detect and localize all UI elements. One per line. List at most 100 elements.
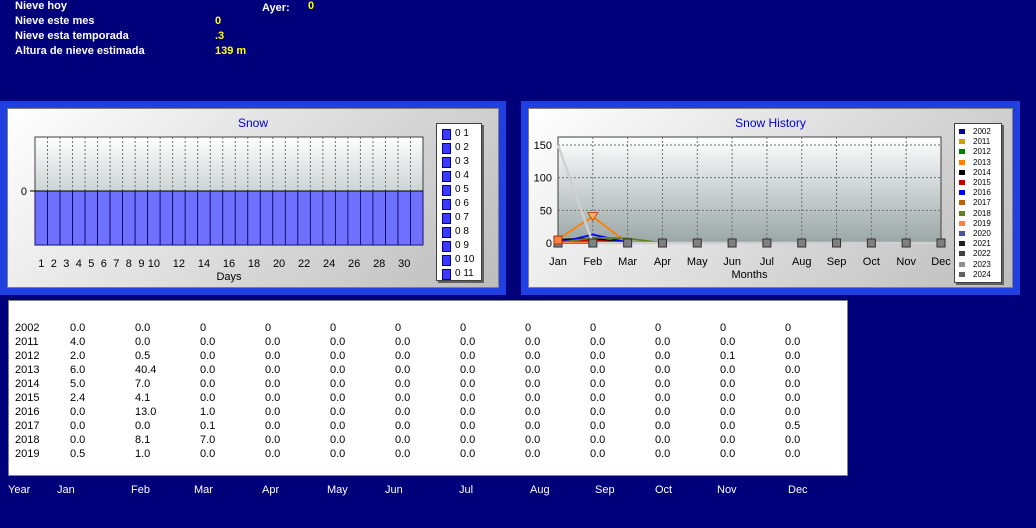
- snow-bar-day-17: [234, 190, 249, 246]
- table-value-cell: 0.0: [525, 448, 541, 460]
- ayer-label: Ayer:: [262, 2, 290, 14]
- history-x-tick-Oct: Oct: [863, 256, 880, 268]
- snow-bar-day-29: [385, 190, 399, 246]
- snow-chart-area: Snow 0 1 2 3 4 5 6 7 8 9 10 12 14 16 18 20 22 24 26 28 30 Day…: [7, 108, 499, 288]
- table-value-cell: 0.5: [70, 448, 86, 460]
- snow-legend-label: 0 10: [455, 254, 475, 265]
- nieve-temporada-label: Nieve esta temporada: [15, 30, 129, 42]
- snow-bar-day-24: [322, 190, 336, 246]
- history-chart-svg: 150 100 50 0 Jan Feb Mar Apr May Jun Jul Aug Sep Oct N…: [534, 136, 951, 281]
- snow-legend-label: 0 1: [455, 128, 469, 139]
- snow-x-tick-8: 8: [126, 258, 132, 270]
- legend-marker-icon: [959, 190, 965, 196]
- snow-x-tick-9: 9: [138, 258, 144, 270]
- table-value-cell: 0.0: [525, 378, 541, 390]
- nieve-mes-label: Nieve este mes: [15, 15, 95, 27]
- table-value-cell: 0.0: [460, 448, 476, 460]
- table-value-cell: 0.0: [70, 322, 86, 334]
- table-value-cell: 0.0: [395, 392, 411, 404]
- table-value-cell: 0.0: [590, 406, 606, 418]
- snow-x-tick-5: 5: [88, 258, 94, 270]
- table-header-jul: Jul: [459, 484, 474, 496]
- table-value-cell: 0.0: [655, 392, 671, 404]
- table-value-cell: 0.0: [720, 364, 736, 376]
- history-x-tick-Sep: Sep: [827, 256, 847, 268]
- snow-legend: 0 1 0 2 0 3 0 4 0 5 0 6 0 7 0 8 0 9 0 10 0 11: [436, 123, 482, 281]
- table-value-cell: 0.0: [135, 336, 151, 348]
- table-header-feb: Feb: [131, 484, 150, 496]
- legend-swatch-icon: [442, 185, 451, 196]
- table-value-cell: 0.0: [525, 420, 541, 432]
- table-year-cell: 2014: [15, 378, 40, 390]
- table-value-cell: 0.0: [720, 434, 736, 446]
- table-value-cell: 0.0: [655, 434, 671, 446]
- history-x-tick-Dec: Dec: [931, 256, 951, 268]
- history-y-tick-150: 150: [534, 140, 552, 152]
- table-value-cell: 5.0: [70, 378, 86, 390]
- history-x-tick-May: May: [687, 256, 708, 268]
- table-value-cell: 0.0: [330, 392, 346, 404]
- table-value-cell: 0.0: [70, 420, 86, 432]
- legend-marker-icon: [959, 251, 965, 257]
- legend-marker-icon: [959, 139, 965, 145]
- snow-bar-day-21: [284, 190, 299, 246]
- table-value-cell: 0.0: [200, 336, 216, 348]
- table-value-cell: 0.1: [720, 350, 736, 362]
- table-value-cell: 0.0: [70, 434, 86, 446]
- history-marker-Mar: [623, 238, 633, 248]
- table-value-cell: 0.0: [525, 434, 541, 446]
- snow-x-tick-2: 2: [51, 258, 57, 270]
- table-value-cell: 0: [200, 322, 207, 334]
- history-legend-label: 2019: [973, 218, 991, 228]
- table-year-cell: 2015: [15, 392, 40, 404]
- table-value-cell: 0.0: [785, 434, 801, 446]
- history-marker-Nov: [901, 238, 911, 248]
- table-value-cell: 0.0: [265, 364, 281, 376]
- history-y-tick-100: 100: [534, 173, 552, 185]
- table-value-cell: 7.0: [135, 378, 151, 390]
- table-value-cell: 0.0: [525, 350, 541, 362]
- table-value-cell: 0.0: [395, 364, 411, 376]
- table-value-cell: 0.0: [395, 350, 411, 362]
- table-value-cell: 4.1: [135, 392, 151, 404]
- table-header-year: Year: [8, 484, 31, 496]
- table-value-cell: 0.0: [70, 406, 86, 418]
- table-value-cell: 0.0: [135, 322, 151, 334]
- table-value-cell: 0.0: [785, 350, 801, 362]
- table-value-cell: 0.0: [395, 378, 411, 390]
- snow-legend-label: 0 5: [455, 184, 469, 195]
- history-legend-label: 2018: [973, 208, 991, 218]
- table-header-mar: Mar: [194, 484, 213, 496]
- snow-x-tick-1: 1: [38, 258, 44, 270]
- table-value-cell: 0.0: [655, 420, 671, 432]
- snow-bar-day-7: [109, 190, 124, 246]
- snow-legend-label: 0 3: [455, 156, 469, 167]
- table-value-cell: 0.0: [525, 364, 541, 376]
- table-value-cell: 0: [330, 322, 337, 334]
- ayer-value: 0: [308, 0, 315, 12]
- table-value-cell: 0.0: [720, 378, 736, 390]
- table-value-cell: 0.0: [785, 392, 801, 404]
- table-value-cell: 0.1: [200, 420, 216, 432]
- history-marker-Jul: [762, 238, 772, 248]
- legend-marker-icon: [959, 169, 965, 175]
- history-legend: 2002 2011 2012 2013 2014 2015 2016 2017 2018 2019…: [954, 123, 1002, 283]
- table-value-cell: 0.0: [330, 364, 346, 376]
- table-value-cell: 0.0: [330, 406, 346, 418]
- snow-bar-day-26: [347, 190, 361, 246]
- snow-bar-day-12: [172, 190, 186, 246]
- table-value-cell: 0.0: [525, 336, 541, 348]
- history-x-tick-Jun: Jun: [723, 256, 741, 268]
- table-year-cell: 2002: [15, 322, 40, 334]
- table-value-cell: 0.0: [460, 406, 476, 418]
- history-legend-label: 2017: [973, 198, 991, 208]
- table-value-cell: 0.0: [265, 420, 281, 432]
- snow-bar-day-20: [272, 190, 286, 246]
- history-marker-Apr: [657, 238, 667, 248]
- table-value-cell: 0.0: [590, 350, 606, 362]
- snow-bar-day-2: [47, 190, 61, 246]
- snow-x-tick-14: 14: [198, 258, 210, 270]
- table-value-cell: 0.0: [265, 350, 281, 362]
- table-header-nov: Nov: [717, 484, 737, 496]
- table-year-cell: 2013: [15, 364, 40, 376]
